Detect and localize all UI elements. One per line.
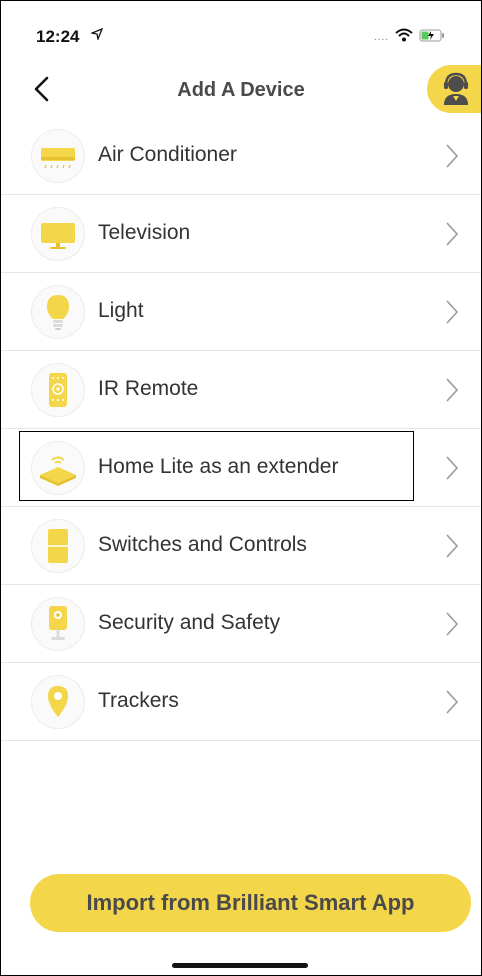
home-indicator[interactable] (172, 963, 308, 968)
list-item-label: Air Conditioner (98, 143, 237, 166)
list-item-label: Switches and Controls (98, 533, 307, 556)
device-list: Air Conditioner Television Light IR Remo… (1, 117, 481, 741)
tracker-pin-icon (31, 675, 85, 729)
list-item-television[interactable]: Television (1, 195, 481, 273)
wifi-icon (395, 28, 413, 47)
support-agent-icon (444, 72, 468, 105)
list-item-label: Security and Safety (98, 611, 281, 634)
home-lite-icon (31, 441, 85, 495)
chevron-right-icon (446, 456, 459, 480)
chevron-right-icon (446, 612, 459, 636)
phone-screen: 12:24 .... Add A Device Air Conditioner … (0, 0, 482, 976)
status-bar: 12:24 .... (1, 1, 481, 61)
list-item-label: Light (98, 299, 144, 322)
status-indicators: .... (374, 28, 445, 47)
list-item-label: Television (98, 221, 191, 244)
battery-charging-icon (419, 29, 445, 47)
list-item-security[interactable]: Security and Safety (1, 585, 481, 663)
list-item-trackers[interactable]: Trackers (1, 663, 481, 741)
nav-bar: Add A Device (1, 61, 481, 117)
status-time: 12:24 (36, 27, 80, 46)
light-bulb-icon (31, 285, 85, 339)
list-item-light[interactable]: Light (1, 273, 481, 351)
list-item-label: IR Remote (98, 377, 199, 400)
chevron-right-icon (446, 378, 459, 402)
support-button[interactable] (427, 65, 481, 113)
television-icon (31, 207, 85, 261)
chevron-right-icon (446, 222, 459, 246)
list-item-air-conditioner[interactable]: Air Conditioner (1, 117, 481, 195)
list-item-ir-remote[interactable]: IR Remote (1, 351, 481, 429)
chevron-right-icon (446, 534, 459, 558)
list-item-home-lite[interactable]: Home Lite as an extender (1, 429, 481, 507)
signal-dots: .... (373, 32, 389, 43)
location-arrow-icon (89, 27, 104, 43)
list-item-label: Trackers (98, 689, 179, 712)
list-item-label: Home Lite as an extender (98, 455, 339, 478)
chevron-right-icon (446, 144, 459, 168)
air-conditioner-icon (31, 129, 85, 183)
page-title: Add A Device (177, 79, 305, 101)
import-button[interactable]: Import from Brilliant Smart App (30, 874, 471, 932)
chevron-right-icon (446, 690, 459, 714)
ir-remote-icon (31, 363, 85, 417)
chevron-right-icon (446, 300, 459, 324)
switch-icon (31, 519, 85, 573)
security-camera-icon (31, 597, 85, 651)
list-item-switches[interactable]: Switches and Controls (1, 507, 481, 585)
